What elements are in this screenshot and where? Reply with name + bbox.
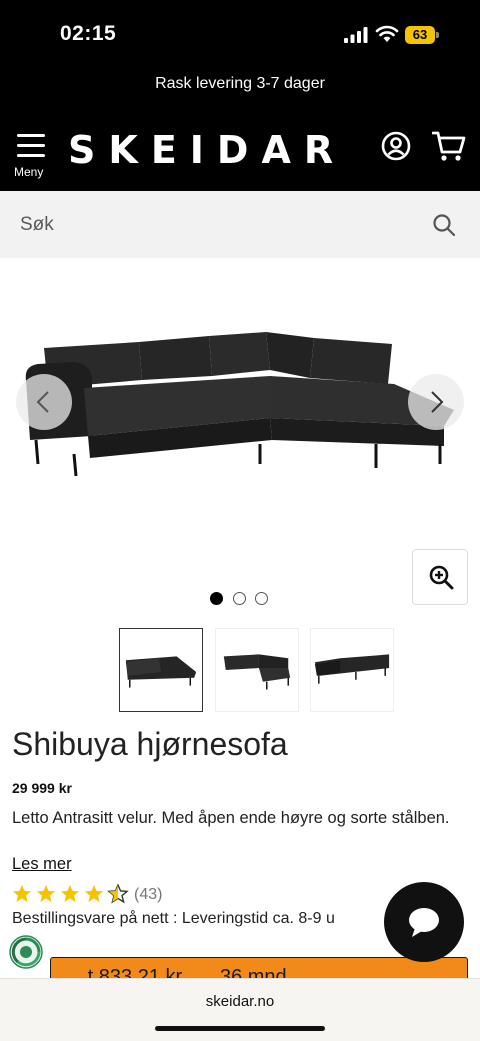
home-indicator[interactable] xyxy=(155,1026,325,1031)
eco-badge-icon[interactable] xyxy=(8,934,44,970)
wifi-icon xyxy=(375,25,399,42)
menu-button[interactable]: Meny xyxy=(12,132,52,180)
product-description: Letto Antrasitt velur. Med åpen ende høy… xyxy=(12,809,450,827)
chat-bubble-icon xyxy=(409,908,439,937)
promo-text: Rask levering 3-7 dager xyxy=(155,75,325,92)
product-gallery[interactable] xyxy=(0,258,480,618)
chevron-left-icon xyxy=(36,391,49,413)
signal-icon xyxy=(344,27,368,43)
account-icon[interactable] xyxy=(381,131,411,161)
product-price: 29 999 kr xyxy=(12,780,72,796)
search-input[interactable] xyxy=(0,191,420,258)
status-time: 02:15 xyxy=(60,22,117,45)
gallery-prev-button[interactable] xyxy=(16,374,72,430)
search-icon[interactable] xyxy=(432,213,456,237)
menu-label: Meny xyxy=(14,165,44,179)
product-rating[interactable]: (43) xyxy=(12,883,212,907)
chevron-right-icon xyxy=(431,391,444,413)
hamburger-icon xyxy=(17,134,45,160)
gallery-next-button[interactable] xyxy=(408,374,464,430)
product-title: Shibuya hjørnesofa xyxy=(12,726,288,762)
review-count[interactable]: (43) xyxy=(134,886,162,904)
slide-dot-2[interactable] xyxy=(233,592,246,605)
thumbnail-2[interactable] xyxy=(215,628,299,712)
thumbnail-1[interactable] xyxy=(119,628,203,712)
slide-indicator xyxy=(210,592,272,606)
read-more-link[interactable]: Les mer xyxy=(12,855,72,874)
delivery-info: Bestillingsvare på nett : Leveringstid c… xyxy=(12,910,335,927)
search-bar xyxy=(0,191,480,258)
cart-icon[interactable] xyxy=(432,130,466,162)
slide-dot-1[interactable] xyxy=(210,592,223,605)
browser-address-bar[interactable]: skeidar.no xyxy=(0,978,480,1041)
thumbnail-3[interactable] xyxy=(310,628,394,712)
status-bar: 02:15 63 xyxy=(0,0,480,70)
star-rating-icons xyxy=(13,884,128,903)
battery-icon: 63 xyxy=(405,26,439,44)
url-text[interactable]: skeidar.no xyxy=(0,993,480,1010)
product-image-sofa[interactable] xyxy=(14,318,466,488)
zoom-button[interactable] xyxy=(412,549,468,605)
zoom-in-icon xyxy=(429,565,454,590)
skeidar-logo[interactable]: SKEIDAR xyxy=(68,128,346,172)
slide-dot-3[interactable] xyxy=(255,592,268,605)
chat-button[interactable] xyxy=(384,882,464,962)
thumbnail-strip xyxy=(119,628,399,712)
battery-level: 63 xyxy=(405,26,435,44)
site-header: Meny SKEIDAR xyxy=(0,118,480,191)
promo-banner: Rask levering 3-7 dager xyxy=(0,70,480,118)
